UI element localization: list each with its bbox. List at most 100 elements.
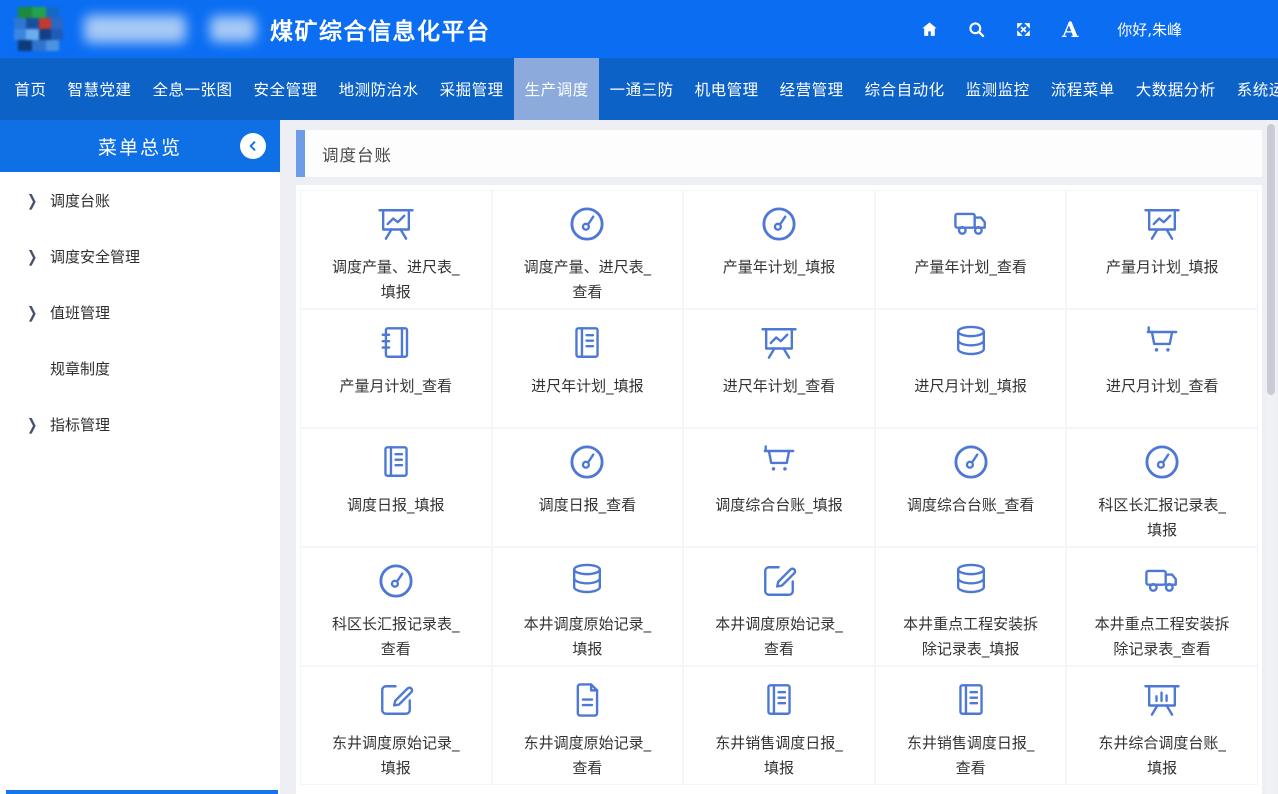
presentation-line-chart-icon	[373, 202, 419, 250]
sidebar-menu: ❯ 调度台账 ❯调度安全管理❯值班管理❯规章制度 ❯ 指标管理	[0, 172, 280, 452]
app-logo-icon	[12, 5, 72, 53]
sidebar-menu-item[interactable]: ❯ 指标管理	[0, 396, 280, 452]
function-card-label: 科区长汇报记录表_查看	[325, 612, 467, 662]
function-card-label: 本井调度原始记录_填报	[516, 612, 658, 662]
function-card[interactable]: 本井调度原始记录_填报	[492, 547, 684, 666]
chevron-left-icon	[246, 139, 260, 153]
sidebar-menu-item-label: 规章制度	[50, 358, 110, 379]
function-card-label: 调度综合台账_填报	[715, 493, 843, 518]
gauge-icon	[373, 559, 419, 607]
truck-icon	[948, 202, 994, 250]
cart-icon	[756, 440, 802, 488]
nav-tab[interactable]: 地测防治水	[328, 58, 429, 120]
search-icon[interactable]	[966, 19, 986, 39]
nav-tab[interactable]: 安全管理	[243, 58, 328, 120]
page-scrollbar[interactable]	[1266, 120, 1276, 794]
nav-tab[interactable]: 机电管理	[684, 58, 769, 120]
app-title: 煤矿综合信息化平台	[270, 12, 491, 46]
nav-tab[interactable]: 流程菜单	[1040, 58, 1125, 120]
top-header: 煤矿综合信息化平台 A 你好,朱峰	[0, 0, 1278, 58]
sidebar: 菜单总览 ❯ 调度台账 ❯调度安全管理❯值班管理❯规章制度 ❯ 指标管理	[0, 120, 280, 794]
sidebar-menu-item[interactable]: ❯调度安全管理	[0, 228, 280, 284]
function-card[interactable]: 进尺年计划_查看	[683, 309, 875, 428]
sidebar-menu-item[interactable]: ❯ 调度台账	[0, 172, 280, 228]
function-card[interactable]: 调度日报_填报	[300, 428, 492, 547]
function-card[interactable]: 进尺年计划_填报	[492, 309, 684, 428]
function-card-label: 东井综合调度台账_填报	[1091, 731, 1233, 781]
function-card[interactable]: 产量月计划_查看	[300, 309, 492, 428]
function-card[interactable]: 本井重点工程安装拆除记录表_填报	[875, 547, 1067, 666]
chevron-right-icon: ❯	[27, 191, 41, 210]
nav-tab[interactable]: 首页	[4, 58, 57, 120]
nav-tab[interactable]: 一通三防	[599, 58, 684, 120]
ledger-book-icon	[756, 678, 802, 726]
function-card[interactable]: 调度综合台账_填报	[683, 428, 875, 547]
function-card[interactable]: 东井综合调度台账_填报	[1066, 666, 1258, 785]
function-card-label: 调度日报_查看	[539, 493, 637, 518]
nav-tab[interactable]: 生产调度	[514, 58, 599, 120]
function-card-label: 本井调度原始记录_查看	[708, 612, 850, 662]
sidebar-menu-item[interactable]: ❯规章制度	[0, 340, 280, 396]
function-card-label: 调度产量、进尺表_填报	[325, 255, 467, 305]
sidebar-menu-item-label: 指标管理	[50, 414, 110, 435]
function-card-label: 进尺月计划_查看	[1106, 374, 1219, 399]
function-card[interactable]: 调度日报_查看	[492, 428, 684, 547]
gauge-icon	[756, 202, 802, 250]
cart-icon	[1139, 321, 1185, 369]
database-icon	[564, 559, 610, 607]
function-card[interactable]: 进尺月计划_查看	[1066, 309, 1258, 428]
gauge-icon	[1139, 440, 1185, 488]
font-size-icon[interactable]: A	[1060, 19, 1080, 39]
top-actions: A 你好,朱峰	[919, 19, 1278, 40]
function-card[interactable]: 产量年计划_查看	[875, 190, 1067, 309]
sidebar-title: 菜单总览	[98, 133, 182, 160]
nav-tab[interactable]: 系统运维	[1226, 58, 1278, 120]
function-card[interactable]: 东井销售调度日报_填报	[683, 666, 875, 785]
chevron-right-icon: ❯	[27, 415, 41, 434]
redacted-org-name	[84, 15, 186, 43]
sidebar-menu-item[interactable]: ❯值班管理	[0, 284, 280, 340]
sidebar-collapse-button[interactable]	[240, 133, 266, 159]
nav-tab[interactable]: 经营管理	[769, 58, 854, 120]
nav-tab[interactable]: 采掘管理	[429, 58, 514, 120]
function-card-label: 调度产量、进尺表_查看	[516, 255, 658, 305]
function-card[interactable]: 东井销售调度日报_查看	[875, 666, 1067, 785]
function-card-label: 本井重点工程安装拆除记录表_查看	[1091, 612, 1233, 662]
home-icon[interactable]	[919, 19, 939, 39]
function-card[interactable]: 调度综合台账_查看	[875, 428, 1067, 547]
edit-square-icon	[756, 559, 802, 607]
nav-tab[interactable]: 大数据分析	[1125, 58, 1226, 120]
function-card[interactable]: 产量月计划_填报	[1066, 190, 1258, 309]
sidebar-menu-item-label: 调度台账	[50, 190, 110, 211]
nav-tab[interactable]: 智慧党建	[57, 58, 142, 120]
function-card[interactable]: 调度产量、进尺表_填报	[300, 190, 492, 309]
presentation-bar-chart-icon	[1139, 678, 1185, 726]
function-card[interactable]: 进尺月计划_填报	[875, 309, 1067, 428]
gauge-icon	[948, 440, 994, 488]
user-greeting[interactable]: 你好,朱峰	[1117, 19, 1182, 40]
function-card-label: 东井销售调度日报_填报	[708, 731, 850, 781]
function-card[interactable]: 本井调度原始记录_查看	[683, 547, 875, 666]
function-card[interactable]: 科区长汇报记录表_查看	[300, 547, 492, 666]
function-card-label: 产量月计划_查看	[340, 374, 453, 399]
breadcrumb-accent-bar	[296, 130, 305, 177]
function-card-label: 产量月计划_填报	[1106, 255, 1219, 280]
function-card[interactable]: 本井重点工程安装拆除记录表_查看	[1066, 547, 1258, 666]
function-card[interactable]: 东井调度原始记录_填报	[300, 666, 492, 785]
sidebar-menu-item-label: 调度安全管理	[50, 246, 140, 267]
function-card[interactable]: 调度产量、进尺表_查看	[492, 190, 684, 309]
function-card[interactable]: 科区长汇报记录表_填报	[1066, 428, 1258, 547]
function-card[interactable]: 产量年计划_填报	[683, 190, 875, 309]
function-card-label: 产量年计划_查看	[914, 255, 1027, 280]
nav-tab[interactable]: 全息一张图	[142, 58, 243, 120]
scrollbar-thumb[interactable]	[1267, 124, 1275, 395]
page-title: 调度台账	[322, 142, 392, 166]
main-nav: 首页智慧党建全息一张图安全管理地测防治水采掘管理生产调度一通三防机电管理经营管理…	[0, 58, 1278, 120]
nav-tab[interactable]: 监测监控	[955, 58, 1040, 120]
nav-tab[interactable]: 综合自动化	[854, 58, 955, 120]
function-card[interactable]: 东井调度原始记录_查看	[492, 666, 684, 785]
gauge-icon	[564, 440, 610, 488]
sidebar-header: 菜单总览	[0, 120, 280, 172]
function-card-label: 东井调度原始记录_查看	[516, 731, 658, 781]
fullscreen-icon[interactable]	[1013, 19, 1033, 39]
